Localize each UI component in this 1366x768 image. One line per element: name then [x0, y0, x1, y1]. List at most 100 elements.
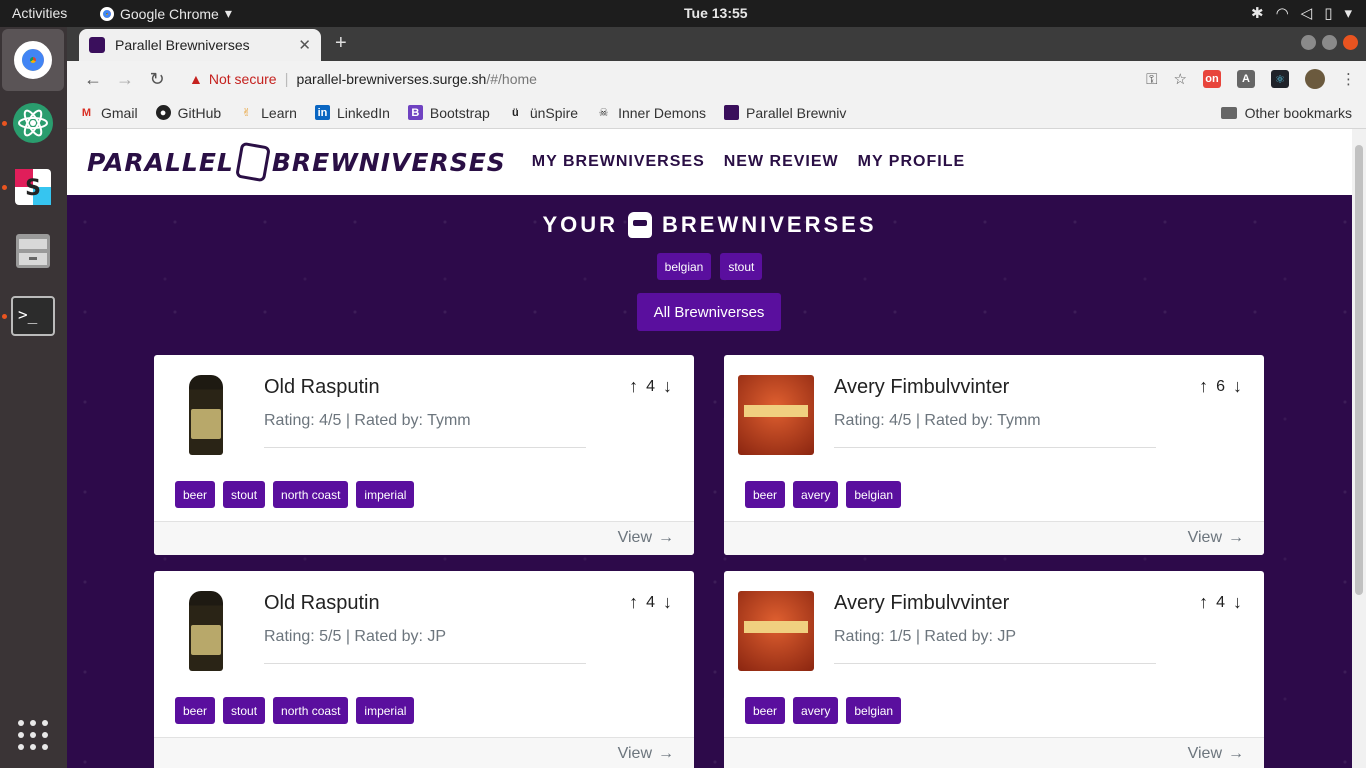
- tag[interactable]: stout: [223, 697, 266, 724]
- security-label[interactable]: Not secure: [209, 71, 277, 87]
- tab-strip: Parallel Brewniverses ✕ +: [67, 27, 1366, 61]
- review-card: Avery Fimbulvvinter Rating: 1/5 | Rated …: [724, 571, 1264, 768]
- nav-my-brewniverses[interactable]: MY BREWNIVERSES: [532, 153, 705, 171]
- bookmark-gmail[interactable]: M Gmail: [79, 105, 138, 121]
- downvote-arrow-icon[interactable]: ↓: [663, 376, 672, 397]
- maximize-button[interactable]: [1322, 35, 1337, 50]
- beer-title: Old Rasputin: [264, 592, 380, 614]
- bookmark-unspire[interactable]: ü ünSpire: [508, 105, 578, 121]
- bookmark-inner-demons[interactable]: ☠ Inner Demons: [596, 105, 706, 121]
- card-footer: View →: [724, 521, 1264, 555]
- nav-my-profile[interactable]: MY PROFILE: [858, 153, 966, 171]
- rating-text: Rating: 1/5 | Rated by: JP: [834, 628, 1017, 645]
- site-navbar: PARALLEL BREWNIVERSES MY BREWNIVERSES NE…: [67, 129, 1352, 195]
- show-applications-button[interactable]: [18, 720, 48, 750]
- bottle-image: [189, 591, 223, 671]
- beer-image: [738, 591, 814, 671]
- upvote-arrow-icon[interactable]: ↑: [629, 376, 638, 397]
- tab-parallel-brewniverses[interactable]: Parallel Brewniverses ✕: [79, 29, 321, 61]
- divider: [264, 663, 586, 664]
- tag[interactable]: north coast: [273, 697, 349, 724]
- dock-atom[interactable]: [10, 100, 56, 146]
- system-tray[interactable]: ✱ ◠ ◁ ▯ ▾: [1251, 4, 1352, 22]
- warning-icon[interactable]: ▲: [189, 71, 203, 87]
- address-bar[interactable]: ▲ Not secure | parallel-brewniverses.sur…: [189, 71, 1146, 88]
- main-menu: MY BREWNIVERSES NEW REVIEW MY PROFILE: [532, 153, 965, 171]
- minimize-button[interactable]: [1301, 35, 1316, 50]
- key-icon[interactable]: ⚿: [1146, 71, 1157, 88]
- tag[interactable]: imperial: [356, 481, 415, 508]
- beer-title: Avery Fimbulvvinter: [834, 376, 1010, 398]
- close-icon[interactable]: ✕: [298, 36, 311, 54]
- tag[interactable]: avery: [793, 481, 839, 508]
- scrollbar-thumb[interactable]: [1355, 145, 1363, 595]
- view-link[interactable]: View →: [1188, 529, 1244, 547]
- new-tab-button[interactable]: +: [335, 32, 347, 55]
- tag[interactable]: belgian: [846, 697, 902, 724]
- bookmark-github[interactable]: ● GitHub: [155, 105, 221, 121]
- extension-icon[interactable]: on: [1203, 70, 1221, 88]
- activities-button[interactable]: Activities: [12, 5, 67, 21]
- tag[interactable]: beer: [175, 481, 216, 508]
- reload-icon[interactable]: ↻: [141, 69, 173, 90]
- site-logo[interactable]: PARALLEL BREWNIVERSES: [87, 141, 506, 183]
- upvote-arrow-icon[interactable]: ↑: [629, 592, 638, 613]
- page-scrollbar[interactable]: [1352, 129, 1366, 768]
- dock-chrome[interactable]: [2, 29, 64, 91]
- app-menu[interactable]: Google Chrome ▾: [100, 5, 232, 22]
- vote-controls: ↑ 4 ↓: [629, 376, 672, 397]
- clock[interactable]: Tue 13:55: [684, 5, 748, 21]
- running-indicator: [2, 314, 7, 319]
- forward-arrow-icon[interactable]: →: [109, 69, 141, 90]
- dock-slack[interactable]: S: [10, 164, 56, 210]
- card-tags: beer avery belgian: [745, 697, 902, 724]
- tag[interactable]: imperial: [356, 697, 415, 724]
- back-arrow-icon[interactable]: ←: [77, 69, 109, 90]
- tag[interactable]: beer: [745, 697, 786, 724]
- vote-count: 4: [1216, 593, 1225, 611]
- dock-files[interactable]: [10, 228, 56, 274]
- card-footer: View →: [154, 737, 694, 768]
- bookmark-parallel-brewniverses[interactable]: Parallel Brewniv: [724, 105, 858, 121]
- section-title-right: BREWNIVERSES: [662, 212, 877, 237]
- bookmark-learn[interactable]: ✌ Learn: [239, 105, 297, 121]
- downvote-arrow-icon[interactable]: ↓: [1233, 592, 1242, 613]
- react-devtools-icon[interactable]: ⚛: [1271, 70, 1289, 88]
- url-path[interactable]: /#/home: [486, 71, 537, 87]
- logo-text-left: PARALLEL: [87, 147, 234, 177]
- rating-text: Rating: 4/5 | Rated by: Tymm: [834, 412, 1041, 429]
- star-icon[interactable]: ☆: [1174, 70, 1187, 88]
- nav-new-review[interactable]: NEW REVIEW: [724, 153, 839, 171]
- tag[interactable]: stout: [223, 481, 266, 508]
- filter-tag-stout[interactable]: stout: [720, 253, 763, 280]
- upvote-arrow-icon[interactable]: ↑: [1199, 376, 1208, 397]
- view-link[interactable]: View →: [1188, 745, 1244, 763]
- tag[interactable]: beer: [175, 697, 216, 724]
- puzzle-icon[interactable]: ✱: [1251, 4, 1264, 22]
- tag[interactable]: north coast: [273, 481, 349, 508]
- window-close-button[interactable]: [1343, 35, 1358, 50]
- filter-tag-belgian[interactable]: belgian: [656, 253, 712, 280]
- dock-terminal[interactable]: >_: [10, 293, 56, 339]
- arrow-right-icon: →: [658, 529, 674, 546]
- url-host[interactable]: parallel-brewniverses.surge.sh: [296, 71, 486, 87]
- tag[interactable]: avery: [793, 697, 839, 724]
- font-extension-icon[interactable]: A: [1237, 70, 1255, 88]
- tag[interactable]: belgian: [846, 481, 902, 508]
- profile-avatar[interactable]: [1305, 69, 1325, 89]
- view-link[interactable]: View →: [618, 529, 674, 547]
- downvote-arrow-icon[interactable]: ↓: [1233, 376, 1242, 397]
- upvote-arrow-icon[interactable]: ↑: [1199, 592, 1208, 613]
- all-brewniverses-button[interactable]: All Brewniverses: [637, 293, 781, 331]
- kebab-menu-icon[interactable]: ⋮: [1341, 70, 1356, 88]
- window-controls: [1301, 35, 1358, 50]
- bookmark-linkedin[interactable]: in LinkedIn: [314, 105, 390, 121]
- chrome-icon: [14, 41, 52, 79]
- view-link[interactable]: View →: [618, 745, 674, 763]
- bookmark-label: Learn: [261, 104, 297, 121]
- bookmark-bootstrap[interactable]: B Bootstrap: [407, 105, 490, 121]
- tag[interactable]: beer: [745, 481, 786, 508]
- other-bookmarks[interactable]: Other bookmarks: [1220, 105, 1352, 121]
- downvote-arrow-icon[interactable]: ↓: [663, 592, 672, 613]
- vote-controls: ↑ 4 ↓: [1199, 592, 1242, 613]
